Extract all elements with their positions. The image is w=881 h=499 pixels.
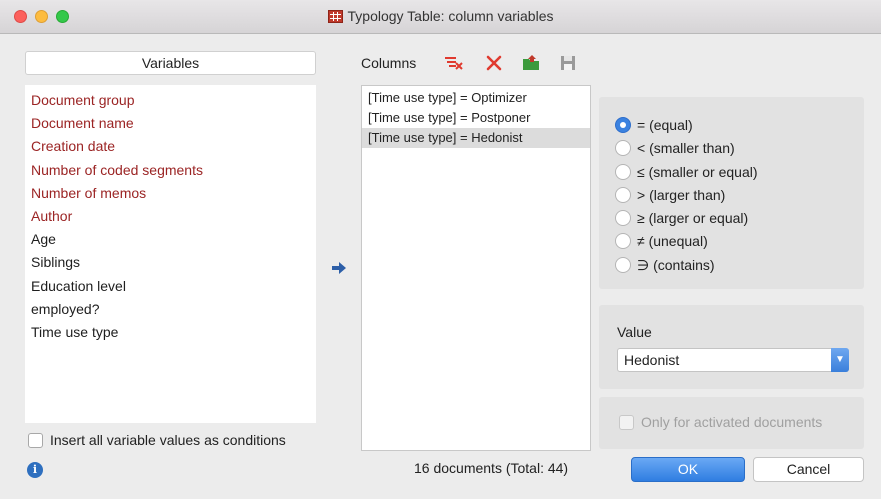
activated-documents-panel: Only for activated documents — [599, 397, 864, 449]
operator-panel: = (equal) < (smaller than) ≤ (smaller or e… — [599, 97, 864, 289]
activated-documents-label: Only for activated documents — [641, 414, 823, 430]
column-item[interactable]: [Time use type] = Optimizer — [362, 88, 590, 108]
delete-icon[interactable] — [484, 53, 504, 73]
typology-table-icon — [327, 10, 343, 23]
operator-option[interactable]: < (smaller than) — [599, 137, 864, 160]
variable-item[interactable]: Author — [25, 205, 316, 228]
operator-radio[interactable] — [615, 186, 631, 203]
operator-option[interactable]: ≠ (unequal) — [599, 230, 864, 253]
operator-label: ≤ (smaller or equal) — [637, 163, 758, 180]
operator-option[interactable]: > (larger than) — [599, 184, 864, 207]
variable-item[interactable]: Number of memos — [25, 182, 316, 205]
operator-label: < (smaller than) — [637, 140, 735, 157]
variables-header: Variables — [25, 51, 316, 75]
cancel-button[interactable]: Cancel — [753, 457, 864, 482]
variable-item[interactable]: Siblings — [25, 251, 316, 274]
value-label: Value — [617, 324, 652, 340]
operator-label: > (larger than) — [637, 186, 726, 203]
info-icon[interactable]: i — [27, 462, 43, 478]
insert-all-values-option[interactable]: Insert all variable values as conditions — [28, 430, 286, 450]
arrow-right-icon[interactable] — [331, 260, 347, 276]
window-title: Typology Table: column variables — [347, 8, 554, 24]
operator-radio[interactable] — [615, 117, 631, 133]
variable-item[interactable]: Creation date — [25, 135, 316, 158]
variable-item[interactable]: Document group — [25, 89, 316, 112]
operator-radio[interactable] — [615, 233, 631, 250]
open-folder-icon[interactable] — [521, 53, 541, 73]
operator-option[interactable]: ≤ (smaller or equal) — [599, 161, 864, 184]
operator-radio[interactable] — [615, 256, 631, 273]
columns-list[interactable]: [Time use type] = Optimizer [Time use typ… — [361, 85, 591, 451]
operator-radio[interactable] — [615, 140, 631, 157]
ok-button[interactable]: OK — [631, 457, 745, 482]
documents-count: 16 documents (Total: 44) — [414, 460, 569, 476]
filter-clear-icon[interactable] — [443, 53, 463, 73]
variable-item[interactable]: Age — [25, 228, 316, 251]
value-panel: Value Hedonist ▼ — [599, 305, 864, 389]
operator-label: = (equal) — [637, 117, 693, 133]
operator-option[interactable]: = (equal) — [599, 114, 864, 137]
activated-documents-option[interactable]: Only for activated documents — [619, 414, 822, 430]
window-title-area: Typology Table: column variables — [0, 8, 881, 24]
operator-label: ≥ (larger or equal) — [637, 210, 749, 227]
operator-option[interactable]: ∋ (contains) — [599, 254, 864, 277]
window-titlebar: Typology Table: column variables — [0, 0, 881, 34]
activated-documents-checkbox[interactable] — [619, 415, 634, 430]
column-item[interactable]: [Time use type] = Hedonist — [362, 128, 590, 148]
variable-item[interactable]: Number of coded segments — [25, 159, 316, 182]
chevron-down-icon[interactable]: ▼ — [831, 348, 849, 372]
value-select[interactable]: Hedonist ▼ — [617, 348, 849, 372]
operator-label: ∋ (contains) — [637, 256, 715, 273]
value-selected-text: Hedonist — [624, 352, 680, 368]
variable-item[interactable]: Document name — [25, 112, 316, 135]
variable-item[interactable]: Time use type — [25, 321, 316, 344]
operator-option[interactable]: ≥ (larger or equal) — [599, 207, 864, 230]
variables-list[interactable]: Document group Document name Creation date… — [25, 85, 316, 423]
insert-all-values-checkbox[interactable] — [28, 433, 43, 448]
variable-item[interactable]: Education level — [25, 275, 316, 298]
operator-radio[interactable] — [615, 163, 631, 180]
operator-label: ≠ (unequal) — [637, 233, 708, 250]
column-item[interactable]: [Time use type] = Postponer — [362, 108, 590, 128]
insert-all-values-label: Insert all variable values as conditions — [50, 432, 286, 448]
save-icon[interactable] — [558, 53, 578, 73]
variable-item[interactable]: employed? — [25, 298, 316, 321]
operator-radio[interactable] — [615, 210, 631, 227]
columns-label: Columns — [361, 55, 417, 71]
